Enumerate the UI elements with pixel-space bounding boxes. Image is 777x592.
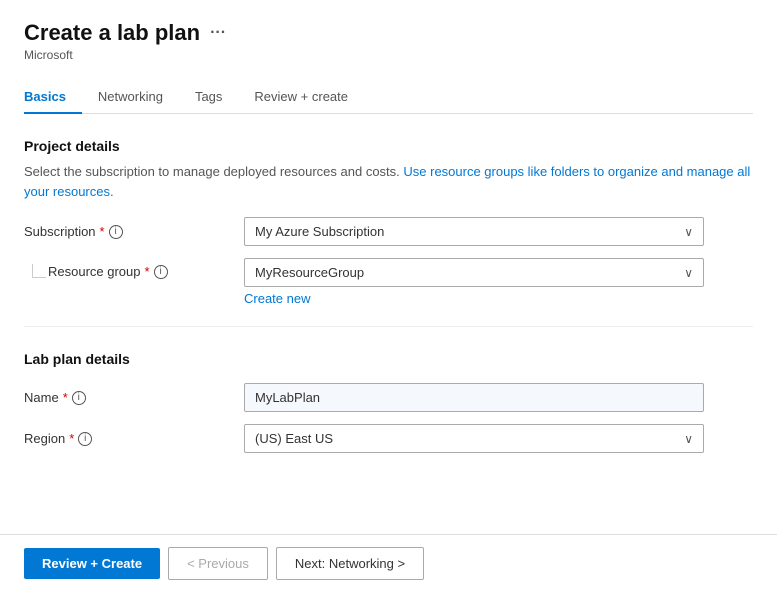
- tab-bar: Basics Networking Tags Review + create: [24, 80, 753, 114]
- resource-group-label-container: Resource group * i: [24, 258, 244, 279]
- next-button[interactable]: Next: Networking >: [276, 547, 424, 580]
- page-title-container: Create a lab plan ···: [24, 20, 753, 46]
- section-divider: [24, 326, 753, 327]
- tab-review-create[interactable]: Review + create: [254, 81, 364, 114]
- region-label: Region * i: [24, 431, 244, 446]
- project-description: Select the subscription to manage deploy…: [24, 162, 753, 201]
- resource-group-dropdown-container: MyResourceGroup ∨ Create new: [244, 258, 704, 306]
- resource-group-dropdown[interactable]: MyResourceGroup ∨: [244, 258, 704, 287]
- subscription-required: *: [100, 224, 105, 239]
- project-details-heading: Project details: [24, 138, 753, 154]
- tab-tags[interactable]: Tags: [195, 81, 238, 114]
- lab-plan-details-heading: Lab plan details: [24, 351, 753, 367]
- subscription-dropdown-container: My Azure Subscription ∨: [244, 217, 704, 246]
- name-label: Name * i: [24, 390, 244, 405]
- region-chevron-icon: ∨: [684, 432, 693, 446]
- resource-group-chevron-icon: ∨: [684, 266, 693, 280]
- region-dropdown-container: (US) East US ∨: [244, 424, 704, 453]
- name-input-container: [244, 383, 704, 412]
- page-title: Create a lab plan: [24, 20, 200, 46]
- subscription-row: Subscription * i My Azure Subscription ∨: [24, 217, 753, 246]
- subscription-dropdown[interactable]: My Azure Subscription ∨: [244, 217, 704, 246]
- resource-group-info-icon[interactable]: i: [154, 265, 168, 279]
- name-info-icon[interactable]: i: [72, 391, 86, 405]
- create-new-link[interactable]: Create new: [244, 291, 704, 306]
- previous-button[interactable]: < Previous: [168, 547, 268, 580]
- footer: Review + Create < Previous Next: Network…: [0, 534, 777, 592]
- subscription-info-icon[interactable]: i: [109, 225, 123, 239]
- name-required: *: [63, 390, 68, 405]
- subscription-chevron-icon: ∨: [684, 225, 693, 239]
- tab-networking[interactable]: Networking: [98, 81, 179, 114]
- resource-group-required: *: [145, 264, 150, 279]
- region-row: Region * i (US) East US ∨: [24, 424, 753, 453]
- region-required: *: [69, 431, 74, 446]
- page-subtitle: Microsoft: [24, 48, 753, 62]
- resource-group-label: Resource group * i: [48, 264, 168, 279]
- region-dropdown[interactable]: (US) East US ∨: [244, 424, 704, 453]
- ellipsis-menu[interactable]: ···: [210, 24, 226, 42]
- name-input[interactable]: [244, 383, 704, 412]
- region-info-icon[interactable]: i: [78, 432, 92, 446]
- subscription-label: Subscription * i: [24, 224, 244, 239]
- review-create-button[interactable]: Review + Create: [24, 548, 160, 579]
- name-row: Name * i: [24, 383, 753, 412]
- tab-basics[interactable]: Basics: [24, 81, 82, 114]
